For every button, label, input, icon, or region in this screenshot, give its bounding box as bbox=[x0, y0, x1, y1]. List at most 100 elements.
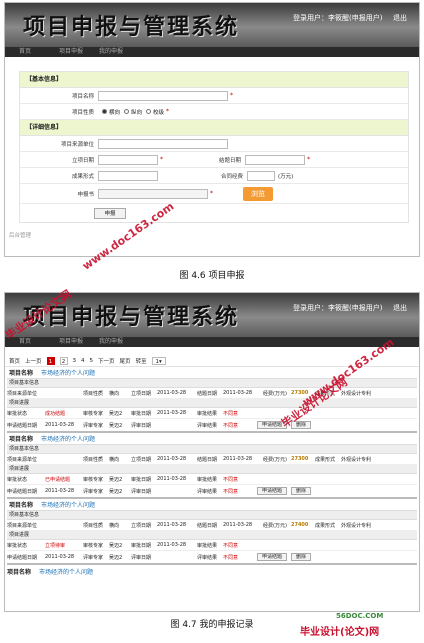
current-user: 登录用户：李筱醒(申报用户) bbox=[293, 14, 383, 22]
record-basic-section: 项目基本信息 bbox=[7, 511, 417, 520]
record-audit-row: 审批状态 立项待审 审核专家 吴迈2 审批日期 2011-03-28 审批结果 不同意 bbox=[7, 540, 417, 551]
record-basic-row: 项目来源单位 项目性质 横向 立项日期 2011-03-28 结题日期 2011-03… bbox=[7, 520, 417, 531]
nav-home[interactable]: 首页 bbox=[19, 337, 59, 347]
pager-page-5[interactable]: 5 bbox=[90, 358, 94, 364]
field-end-label: 结题日期 bbox=[197, 456, 218, 463]
delete-button[interactable]: 删除 bbox=[291, 487, 312, 495]
pager-prev[interactable]: 上一页 bbox=[25, 357, 42, 365]
pager-page-4[interactable]: 4 bbox=[81, 358, 85, 364]
field-audit: 成功结题 bbox=[45, 410, 66, 417]
label-project-type: 项目性质 bbox=[71, 109, 94, 116]
nav-home[interactable]: 首页 bbox=[19, 47, 59, 57]
pager-page-3[interactable]: 3 bbox=[73, 358, 77, 364]
field-reviewer-label: 评审专家 bbox=[83, 554, 104, 561]
record-audit-row: 审批状态 已申请结题 审核专家 吴迈2 审批日期 2011-03-28 审批结果 不同意 bbox=[7, 474, 417, 485]
field-funds: 27300 bbox=[291, 456, 309, 462]
field-type: 横向 bbox=[109, 456, 120, 463]
field-review-result: 不同意 bbox=[223, 488, 239, 495]
app-header: 项目申报与管理系统 登录用户：李筱醒(申报用户) 退出 bbox=[5, 3, 419, 47]
start-date-input[interactable] bbox=[98, 154, 158, 165]
pager-page-2[interactable]: 2 bbox=[59, 356, 68, 365]
footer-admin[interactable]: 后台管理 bbox=[5, 223, 419, 239]
record-block: 项目名称 市场经济的个人问题 项目基本信息 项目来源单位 项目性质 横向 立项日期… bbox=[7, 367, 417, 433]
required-mark: * bbox=[166, 108, 170, 115]
page-select[interactable]: 1▾ bbox=[151, 356, 166, 365]
source-input[interactable] bbox=[98, 138, 228, 149]
field-start: 2011-03-28 bbox=[157, 456, 187, 462]
field-start-label: 立项日期 bbox=[131, 522, 152, 529]
field-expert-label: 审核专家 bbox=[83, 542, 104, 549]
field-funds-label: 经费(万元) bbox=[263, 522, 287, 529]
record-name-link[interactable]: 市场经济的个人问题 bbox=[39, 567, 93, 576]
screenshot-my-applications: 项目申报与管理系统 登录用户：李筱醒(申报用户) 退出 首页 项目申报 我的申报… bbox=[4, 292, 420, 612]
field-review-result: 不同意 bbox=[223, 422, 239, 429]
record-basic-row: 项目来源单位 项目性质 横向 立项日期 2011-03-28 结题日期 2011-03… bbox=[7, 454, 417, 465]
logout-link[interactable]: 退出 bbox=[393, 13, 407, 23]
delete-button[interactable]: 删除 bbox=[291, 553, 312, 561]
record-name-label: 项目名称 bbox=[9, 370, 34, 377]
browse-button[interactable]: 浏览 bbox=[243, 186, 273, 201]
field-reviewer: 吴迈2 bbox=[109, 422, 123, 429]
apply-finish-button[interactable]: 申请结题 bbox=[257, 553, 288, 561]
field-end-label: 结题日期 bbox=[197, 522, 218, 529]
field-audit-result: 不同意 bbox=[223, 542, 239, 549]
field-expert: 吴迈2 bbox=[109, 476, 123, 483]
field-end: 2011-03-28 bbox=[223, 522, 253, 528]
record-name-link[interactable]: 市场经济的个人问题 bbox=[41, 500, 95, 509]
field-result: 外观设计专利 bbox=[341, 456, 372, 463]
radio-school[interactable] bbox=[146, 109, 152, 114]
label-contract-funds: 合同经费 bbox=[220, 173, 243, 180]
caption-fig-4-6: 图 4.6 项目申报 bbox=[179, 271, 245, 281]
record-apply-row: 申请结题日期 2011-03-28 评审专家 吴迈2 评审日期 评审结果 不同意 申请… bbox=[7, 551, 417, 563]
field-start-label: 立项日期 bbox=[131, 390, 152, 397]
submit-button[interactable]: 申报 bbox=[94, 207, 126, 219]
field-start-label: 立项日期 bbox=[131, 456, 152, 463]
required-mark: * bbox=[230, 92, 233, 99]
field-funds: 27400 bbox=[291, 522, 309, 528]
field-apply-date: 2011-03-28 bbox=[45, 422, 75, 428]
screenshot-project-application: 项目申报与管理系统 登录用户：李筱醒(申报用户) 退出 首页 项目申报 我的申报… bbox=[4, 2, 420, 257]
field-audit-result-label: 审批结果 bbox=[197, 542, 218, 549]
field-review-result-label: 评审结果 bbox=[197, 554, 218, 561]
main-nav: 首页 项目申报 我的申报 bbox=[5, 337, 419, 347]
watermark-56doc: 56DOC.COM bbox=[336, 612, 384, 620]
field-result-label: 成果形式 bbox=[315, 456, 336, 463]
apply-finish-button[interactable]: 申请结题 bbox=[257, 487, 288, 495]
pager-page-1[interactable]: 1 bbox=[46, 356, 55, 365]
pager-first[interactable]: 首页 bbox=[9, 357, 20, 365]
field-apply-label: 申请结题日期 bbox=[7, 422, 38, 429]
nav-apply[interactable]: 项目申报 bbox=[59, 47, 99, 57]
record-audit-row: 审批状态 成功结题 审核专家 吴迈2 审批日期 2011-03-28 审批结果 不同意 bbox=[7, 408, 417, 419]
end-date-input[interactable] bbox=[245, 154, 305, 165]
record-name-link[interactable]: 市场经济的个人问题 bbox=[41, 368, 95, 377]
label-end-date: 结题日期 bbox=[218, 157, 241, 164]
nav-my-apply[interactable]: 我的申报 bbox=[99, 47, 139, 57]
row-source: 项目来源单位 bbox=[20, 136, 408, 152]
nav-apply[interactable]: 项目申报 bbox=[59, 337, 99, 347]
label-source: 项目来源单位 bbox=[60, 141, 94, 148]
row-dates: 立项日期 * 结题日期 * bbox=[20, 152, 408, 168]
project-name-input[interactable] bbox=[98, 90, 228, 101]
page-select-value: 1 bbox=[155, 358, 159, 365]
record-basic-section: 项目基本信息 bbox=[7, 379, 417, 388]
logout-link[interactable]: 退出 bbox=[393, 303, 407, 313]
record-block: 项目名称 市场经济的个人问题 项目基本信息 项目来源单位 项目性质 横向 立项日期… bbox=[7, 499, 417, 565]
field-expert-label: 审核专家 bbox=[83, 410, 104, 417]
pager-next[interactable]: 下一页 bbox=[98, 357, 115, 365]
row-result: 成果形式 合同经费 (万元) bbox=[20, 168, 408, 184]
application-form: 【基本信息】 项目名称 * 项目性质 横向 纵向 校级 * 【详细信息】 项目来源… bbox=[19, 71, 409, 223]
pager-last[interactable]: 尾页 bbox=[120, 357, 131, 365]
record-name-link[interactable]: 市场经济的个人问题 bbox=[41, 434, 95, 443]
field-reviewer-label: 评审专家 bbox=[83, 422, 104, 429]
radio-horizontal[interactable] bbox=[102, 109, 107, 114]
field-audit-label: 审批状态 bbox=[7, 410, 28, 417]
contract-funds-input[interactable] bbox=[247, 170, 275, 181]
record-progress-section: 项目进展 bbox=[7, 399, 417, 408]
main-nav: 首页 项目申报 我的申报 bbox=[5, 47, 419, 57]
result-form-input[interactable] bbox=[98, 170, 158, 181]
field-reviewer-label: 评审专家 bbox=[83, 488, 104, 495]
radio-vertical[interactable] bbox=[124, 109, 130, 114]
apply-doc-file-input[interactable] bbox=[98, 188, 208, 199]
field-apply-date: 2011-03-28 bbox=[45, 554, 75, 560]
nav-my-apply[interactable]: 我的申报 bbox=[99, 337, 139, 347]
